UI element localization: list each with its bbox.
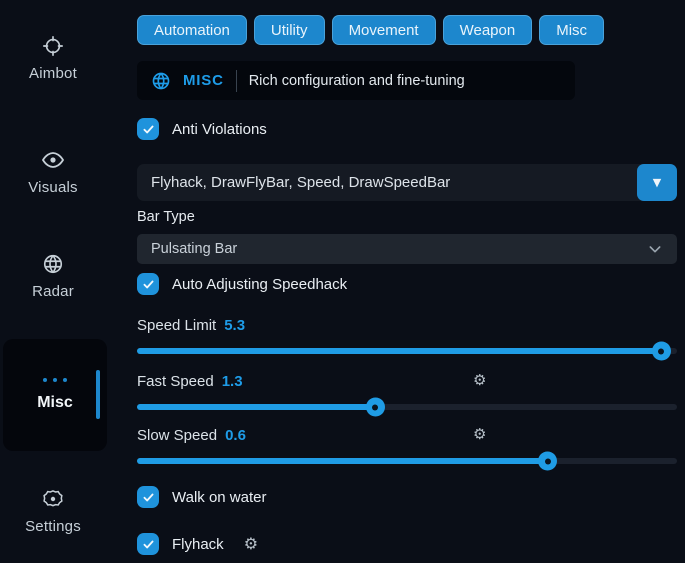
divider xyxy=(236,70,237,92)
multiselect-dropdown-button[interactable]: ▼ xyxy=(637,164,677,201)
sidebar-item-radar[interactable]: Radar xyxy=(0,252,106,300)
flyhack-config-button[interactable]: ⚙ xyxy=(244,536,258,552)
sidebar-item-label: Visuals xyxy=(28,179,77,196)
tab-movement[interactable]: Movement xyxy=(332,15,436,45)
chevron-down-icon xyxy=(647,241,663,257)
section-title: MISC xyxy=(183,72,224,89)
slider-fill xyxy=(137,404,375,410)
slow-speed-config-button[interactable]: ⚙ xyxy=(473,426,486,444)
tab-utility[interactable]: Utility xyxy=(254,15,325,45)
eye-icon xyxy=(41,148,65,172)
select-value: Pulsating Bar xyxy=(151,241,647,257)
slider-label: Slow Speed xyxy=(137,427,217,444)
crosshair-icon xyxy=(41,34,65,58)
sidebar-item-visuals[interactable]: Visuals xyxy=(0,148,106,196)
sidebar-item-label: Misc xyxy=(37,394,73,412)
slider-handle[interactable] xyxy=(366,398,385,417)
slider-handle[interactable] xyxy=(538,452,557,471)
walk-on-water-checkbox[interactable] xyxy=(137,486,159,508)
slider-value: 1.3 xyxy=(222,373,243,390)
active-indicator-bar xyxy=(96,370,100,419)
triangle-down-icon: ▼ xyxy=(653,176,661,189)
slider-track xyxy=(137,404,677,410)
slider-fill xyxy=(137,348,661,354)
walk-on-water-row: Walk on water xyxy=(137,486,677,508)
fast-speed-group: Fast Speed 1.3 ⚙ xyxy=(137,372,677,417)
bar-type-select[interactable]: Pulsating Bar xyxy=(137,234,677,264)
section-banner: MISC Rich configuration and fine-tuning xyxy=(137,61,575,100)
multiselect-value: Flyhack, DrawFlyBar, Speed, DrawSpeedBar xyxy=(137,174,450,191)
checkbox-label: Walk on water xyxy=(172,489,266,506)
section-subtitle: Rich configuration and fine-tuning xyxy=(249,73,465,89)
anti-violations-row: Anti Violations xyxy=(137,118,677,140)
gear-icon: ⚙ xyxy=(473,371,486,389)
misc-panel: Automation Utility Movement Weapon Misc … xyxy=(137,0,677,563)
sidebar-item-label: Settings xyxy=(25,518,81,535)
sidebar-item-aimbot[interactable]: Aimbot xyxy=(0,34,106,82)
slider-track xyxy=(137,458,677,464)
flyhack-row: Flyhack ⚙ xyxy=(137,533,677,555)
gear-icon xyxy=(41,487,65,511)
sidebar-item-label: Radar xyxy=(32,283,74,300)
tab-automation[interactable]: Automation xyxy=(137,15,247,45)
speed-limit-slider[interactable] xyxy=(137,341,677,361)
sidebar-item-label: Aimbot xyxy=(29,65,77,82)
slider-track xyxy=(137,348,677,354)
fast-speed-config-button[interactable]: ⚙ xyxy=(473,372,486,390)
slider-value: 0.6 xyxy=(225,427,246,444)
gear-icon: ⚙ xyxy=(473,425,486,443)
ellipsis-icon xyxy=(43,378,67,382)
fast-speed-slider[interactable] xyxy=(137,397,677,417)
tab-weapon[interactable]: Weapon xyxy=(443,15,533,45)
slow-speed-group: Slow Speed 0.6 ⚙ xyxy=(137,426,677,471)
bar-type-label: Bar Type xyxy=(137,209,677,225)
slider-handle[interactable] xyxy=(652,342,671,361)
slider-label: Fast Speed xyxy=(137,373,214,390)
checkbox-label: Anti Violations xyxy=(172,121,267,138)
sidebar-item-misc-selected[interactable]: Misc xyxy=(3,339,107,451)
category-tabs: Automation Utility Movement Weapon Misc xyxy=(137,15,677,45)
bar-flags-multiselect[interactable]: Flyhack, DrawFlyBar, Speed, DrawSpeedBar… xyxy=(137,164,677,201)
flyhack-checkbox[interactable] xyxy=(137,533,159,555)
auto-adjusting-row: Auto Adjusting Speedhack xyxy=(137,273,677,295)
tab-misc[interactable]: Misc xyxy=(539,15,604,45)
checkbox-label: Flyhack xyxy=(172,536,224,553)
anti-violations-checkbox[interactable] xyxy=(137,118,159,140)
globe-icon xyxy=(151,71,171,91)
speed-limit-group: Speed Limit 5.3 xyxy=(137,316,677,361)
slider-fill xyxy=(137,458,547,464)
slow-speed-slider[interactable] xyxy=(137,451,677,471)
slider-label: Speed Limit xyxy=(137,317,216,334)
sidebar: Aimbot Visuals Radar Misc xyxy=(0,0,132,563)
auto-adjusting-checkbox[interactable] xyxy=(137,273,159,295)
sidebar-item-settings[interactable]: Settings xyxy=(0,487,106,535)
globe-icon xyxy=(41,252,65,276)
slider-value: 5.3 xyxy=(224,317,245,334)
checkbox-label: Auto Adjusting Speedhack xyxy=(172,276,347,293)
